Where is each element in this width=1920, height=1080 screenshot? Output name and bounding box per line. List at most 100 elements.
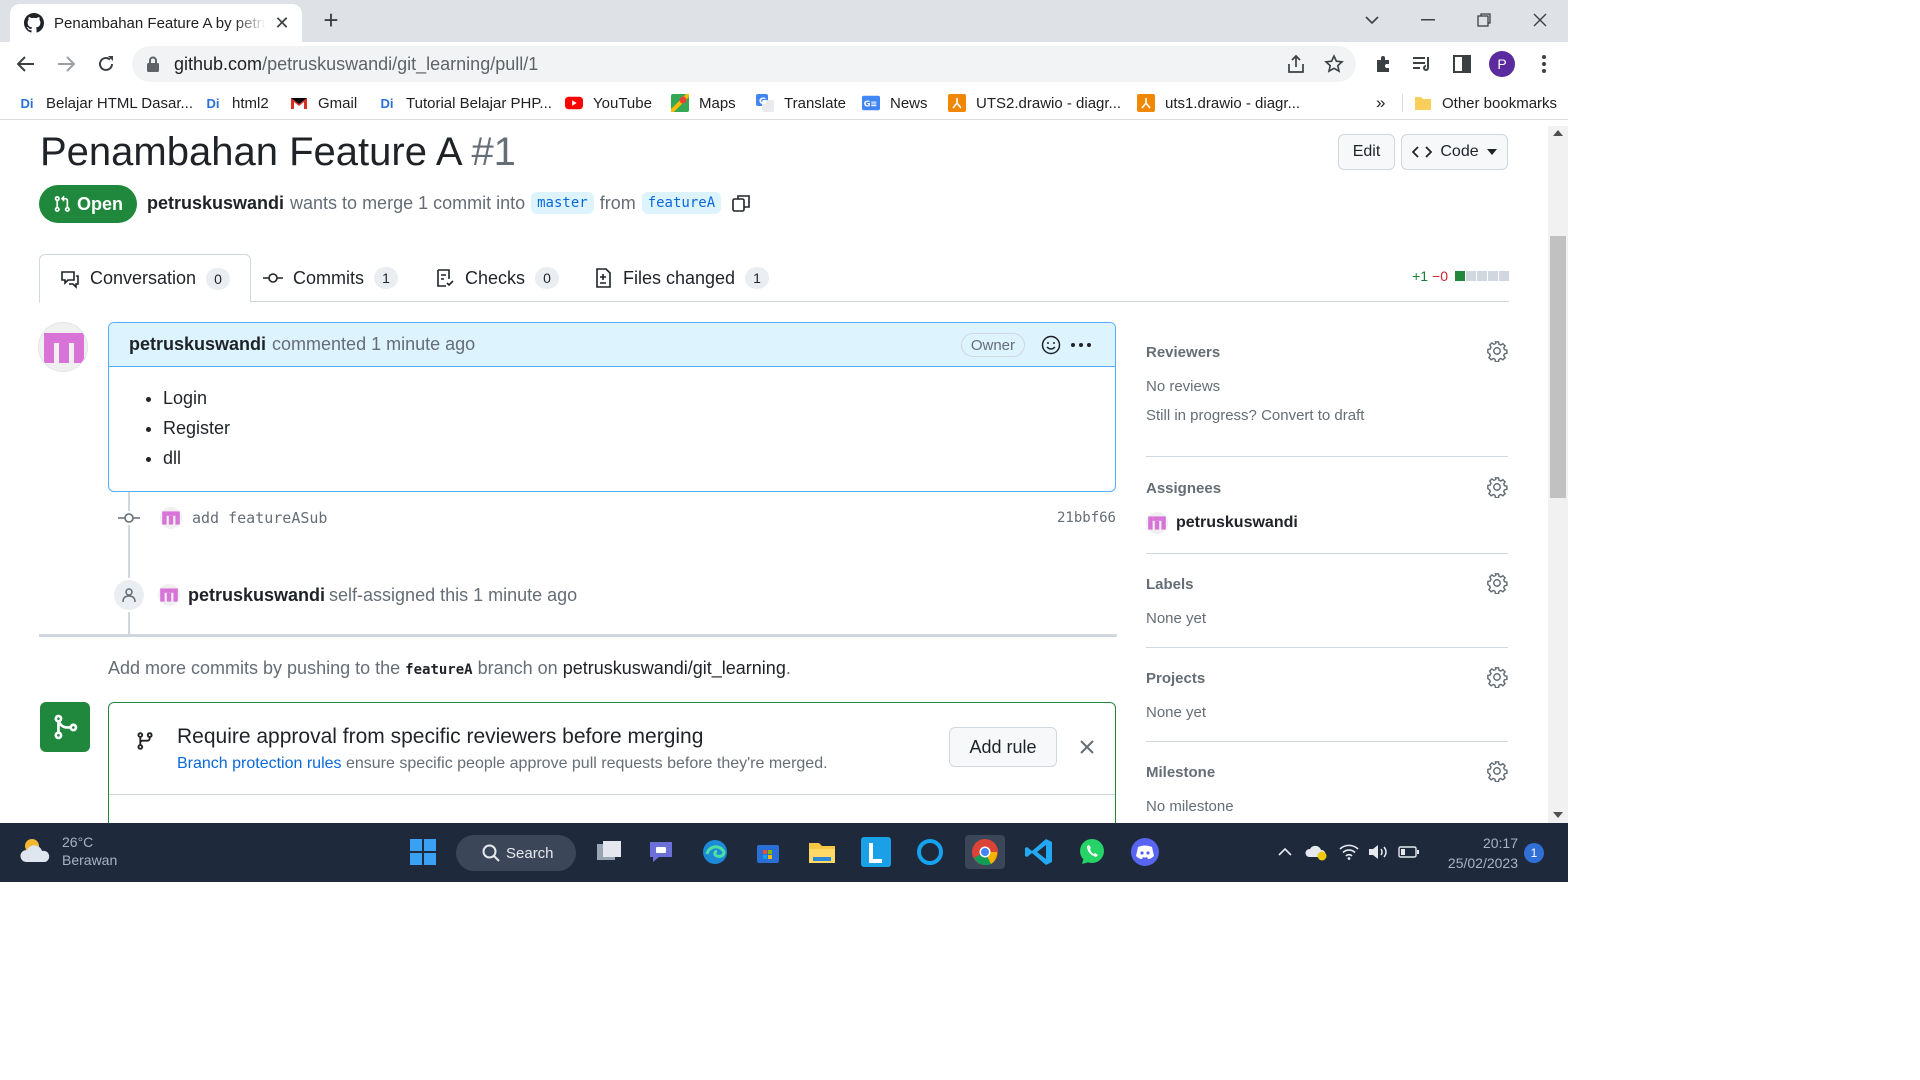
pr-tabs: Conversation 0 Commits 1 Checks 0 Files cha… xyxy=(39,254,1509,303)
chrome-icon[interactable] xyxy=(965,835,1005,869)
commit-author-avatar[interactable] xyxy=(160,507,182,529)
chrome-menu-icon[interactable] xyxy=(1530,50,1558,78)
scroll-down-arrow-icon[interactable] xyxy=(1553,812,1563,818)
tab-close-icon[interactable]: ✕ xyxy=(272,13,292,34)
tab-search-chevron-down-icon[interactable] xyxy=(1358,8,1386,32)
bookmark-youtube[interactable]: YouTube xyxy=(565,92,652,114)
share-icon[interactable] xyxy=(1284,52,1308,76)
event-author-avatar[interactable] xyxy=(158,584,180,606)
tray-chevron-up-icon[interactable] xyxy=(1270,835,1300,869)
profile-avatar[interactable]: P xyxy=(1489,51,1515,77)
gear-icon[interactable] xyxy=(1486,340,1508,362)
close-icon[interactable] xyxy=(1077,737,1097,757)
gear-icon[interactable] xyxy=(1486,666,1508,688)
commit-sha[interactable]: 21bbf66 xyxy=(1057,510,1116,526)
branch-protection-link[interactable]: Branch protection rules xyxy=(177,755,342,772)
assignee-item[interactable]: petruskuswandi xyxy=(1146,512,1508,534)
bookmarks-bar: Di Belajar HTML Dasar... Di html2 Gmail Di… xyxy=(0,86,1568,120)
bookmark-html2[interactable]: Di html2 xyxy=(204,92,269,114)
scroll-up-arrow-icon[interactable] xyxy=(1553,130,1563,136)
pr-author-link[interactable]: petruskuswandi xyxy=(147,193,284,214)
discord-icon[interactable] xyxy=(1128,835,1162,869)
weather-widget[interactable]: 26°C Berawan xyxy=(20,833,117,869)
new-tab-button[interactable]: + xyxy=(318,7,344,34)
bookmark-maps[interactable]: Maps xyxy=(671,92,736,114)
address-bar[interactable]: github.com/petruskuswandi/git_learning/p… xyxy=(132,46,1356,82)
tab-checks[interactable]: Checks 0 xyxy=(415,254,579,302)
code-button[interactable]: Code xyxy=(1401,134,1508,170)
bookmark-news[interactable]: G≡ News xyxy=(862,92,928,114)
microsoft-store-icon[interactable] xyxy=(751,835,785,869)
minimize-icon[interactable] xyxy=(1414,8,1442,32)
lms-app-icon[interactable] xyxy=(859,835,893,869)
timeline-divider xyxy=(39,634,1117,637)
bookmark-gmail[interactable]: Gmail xyxy=(290,92,357,114)
convert-to-draft-link[interactable]: Convert to draft xyxy=(1261,407,1364,424)
head-branch[interactable]: featureA xyxy=(641,192,722,214)
gear-icon[interactable] xyxy=(1486,476,1508,498)
bookmark-translate[interactable]: G Translate xyxy=(756,92,846,114)
author-avatar[interactable] xyxy=(38,322,88,372)
file-explorer-icon[interactable] xyxy=(805,835,839,869)
other-bookmarks[interactable]: Other bookmarks xyxy=(1414,92,1557,114)
scrollbar-thumb[interactable] xyxy=(1550,236,1566,498)
extensions-puzzle-icon[interactable] xyxy=(1370,50,1398,78)
window-close-icon[interactable] xyxy=(1526,8,1554,32)
search-icon xyxy=(482,844,500,862)
github-pr-page: Penambahan Feature A #1 Edit Code Open p… xyxy=(0,126,1548,823)
page-scrollbar[interactable] xyxy=(1548,126,1568,823)
onedrive-warning-icon[interactable] xyxy=(1302,835,1332,869)
vscode-icon[interactable] xyxy=(1022,835,1056,869)
reload-icon[interactable] xyxy=(92,50,120,78)
add-rule-button[interactable]: Add rule xyxy=(949,727,1057,767)
checklist-icon xyxy=(437,269,454,287)
base-branch[interactable]: master xyxy=(531,192,594,214)
event-author[interactable]: petruskuswandi xyxy=(188,585,325,605)
task-view-icon[interactable] xyxy=(592,835,626,869)
bookmark-tutorial-php[interactable]: Di Tutorial Belajar PHP... xyxy=(378,92,552,114)
bookmarks-overflow-button[interactable]: » xyxy=(1376,92,1385,114)
browser-tab-active[interactable]: Penambahan Feature A by petruskuswandi ✕ xyxy=(10,4,302,42)
teams-chat-icon[interactable] xyxy=(644,835,678,869)
battery-icon[interactable] xyxy=(1394,835,1424,869)
rule-description: Branch protection rules ensure specific … xyxy=(177,755,828,773)
commit-message[interactable]: add featureASub xyxy=(192,509,327,527)
volume-icon[interactable] xyxy=(1364,835,1394,869)
system-clock[interactable]: 20:17 25/02/2023 xyxy=(1438,833,1518,873)
bookmark-star-icon[interactable] xyxy=(1322,52,1346,76)
comment-timestamp[interactable]: commented 1 minute ago xyxy=(272,334,475,355)
forward-arrow-icon[interactable] xyxy=(52,50,80,78)
pull-request-icon xyxy=(54,195,70,212)
copy-icon[interactable] xyxy=(731,193,751,213)
taskbar-search[interactable]: Search xyxy=(456,835,576,871)
branch-protection-notice: Require approval from specific reviewers… xyxy=(109,703,1115,795)
notification-badge[interactable]: 1 xyxy=(1524,843,1544,863)
media-queue-icon[interactable] xyxy=(1408,50,1436,78)
restore-icon[interactable] xyxy=(1470,8,1498,32)
gear-icon[interactable] xyxy=(1486,572,1508,594)
bookmark-uts1-drawio[interactable]: uts1.drawio - diagr... xyxy=(1137,92,1300,114)
bookmark-belajar-html[interactable]: Di Belajar HTML Dasar... xyxy=(18,92,194,114)
kebab-menu-icon[interactable] xyxy=(1069,333,1093,357)
wifi-icon[interactable] xyxy=(1334,835,1364,869)
cortana-icon[interactable] xyxy=(913,835,947,869)
back-arrow-icon[interactable] xyxy=(12,50,40,78)
tab-commits[interactable]: Commits 1 xyxy=(243,254,418,302)
side-panel-icon[interactable] xyxy=(1448,50,1476,78)
bookmark-uts2-drawio[interactable]: UTS2.drawio - diagr... xyxy=(948,92,1121,114)
tab-files-changed[interactable]: Files changed 1 xyxy=(573,254,789,302)
youtube-icon xyxy=(565,94,583,112)
comment-author[interactable]: petruskuswandi xyxy=(129,334,266,355)
edge-icon[interactable] xyxy=(698,835,732,869)
pr-title: Penambahan Feature A #1 xyxy=(40,130,516,175)
browser-tab-strip: Penambahan Feature A by petruskuswandi ✕… xyxy=(0,0,1568,42)
emoji-reaction-icon[interactable] xyxy=(1039,333,1063,357)
bookmarks-divider xyxy=(1402,94,1403,112)
gear-icon[interactable] xyxy=(1486,760,1508,782)
tab-conversation[interactable]: Conversation 0 xyxy=(39,254,252,303)
edit-button[interactable]: Edit xyxy=(1338,134,1395,170)
windows-start-icon[interactable] xyxy=(406,835,440,869)
cloudy-weather-icon xyxy=(20,839,50,862)
whatsapp-icon[interactable] xyxy=(1075,835,1109,869)
hint-repo-link[interactable]: petruskuswandi/git_learning xyxy=(563,658,786,678)
